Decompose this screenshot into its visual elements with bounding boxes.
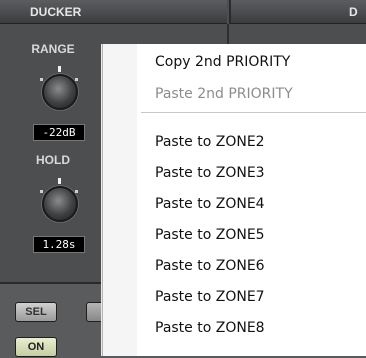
ducker-header: DUCKER: [0, 0, 227, 24]
menu-item-paste-zone4[interactable]: Paste to ZONE4: [155, 192, 265, 216]
range-knob-max-mark: [75, 78, 78, 81]
menu-icon-gutter: [103, 44, 137, 356]
hold-knob-max-mark: [75, 190, 78, 193]
sel-button[interactable]: SEL: [15, 302, 57, 322]
menu-item-paste-zone8[interactable]: Paste to ZONE8: [155, 316, 265, 340]
on-button[interactable]: ON: [15, 337, 57, 357]
menu-item-paste-zone5[interactable]: Paste to ZONE5: [155, 223, 265, 247]
range-knob-indicator: [58, 66, 61, 72]
menu-item-paste-zone7[interactable]: Paste to ZONE7: [155, 285, 265, 309]
range-value[interactable]: -22dB: [33, 124, 85, 141]
hold-knob-indicator: [58, 178, 61, 184]
menu-item-copy-2nd-priority[interactable]: Copy 2nd PRIORITY: [155, 50, 290, 74]
menu-item-paste-2nd-priority[interactable]: Paste 2nd PRIORITY: [155, 82, 293, 106]
menu-item-paste-zone3[interactable]: Paste to ZONE3: [155, 161, 265, 185]
range-label: RANGE: [31, 42, 75, 56]
range-knob-min-mark: [40, 78, 43, 81]
menu-item-paste-zone6[interactable]: Paste to ZONE6: [155, 254, 265, 278]
range-knob[interactable]: [40, 66, 78, 110]
next-section-header: D: [229, 0, 366, 24]
hold-label: HOLD: [36, 153, 70, 167]
hold-knob[interactable]: [40, 178, 78, 222]
menu-separator: [141, 112, 366, 113]
menu-item-paste-zone2[interactable]: Paste to ZONE2: [155, 130, 265, 154]
hold-knob-min-mark: [40, 190, 43, 193]
hold-value[interactable]: 1.28s: [33, 236, 85, 253]
context-menu: Copy 2nd PRIORITY Paste 2nd PRIORITY Pas…: [102, 44, 366, 356]
